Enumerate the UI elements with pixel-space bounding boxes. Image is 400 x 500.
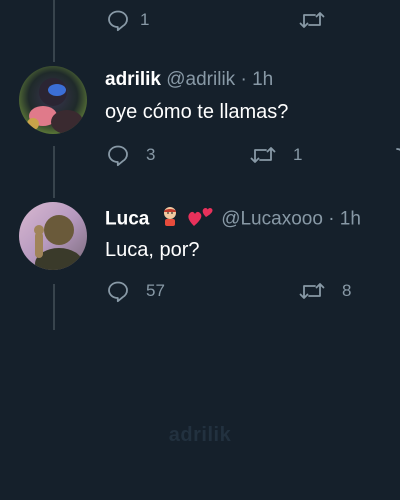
- separator-dot: ·: [240, 69, 247, 90]
- username-handle[interactable]: @Lucaxooo: [221, 209, 323, 230]
- retweet-button[interactable]: 8: [298, 279, 351, 303]
- reply-icon: [106, 279, 130, 303]
- tweet-text: oye cómo te llamas?: [105, 101, 289, 123]
- face-emoji-icon: [159, 205, 181, 234]
- retweet-button[interactable]: [298, 8, 326, 32]
- hearts-emoji-icon: [186, 204, 216, 235]
- tweet-header: Luca @Lucaxooo · 1h: [105, 204, 361, 235]
- retweet-icon: [298, 279, 326, 303]
- thread-line-middle: [53, 146, 55, 198]
- timestamp[interactable]: 1h: [252, 69, 273, 90]
- display-name[interactable]: Luca: [105, 209, 149, 230]
- reply-count: 57: [146, 281, 165, 300]
- reply-count: 3: [146, 145, 156, 164]
- thread-line-top: [53, 0, 55, 62]
- tweet-text: Luca, por?: [105, 239, 200, 261]
- timestamp[interactable]: 1h: [340, 209, 361, 230]
- like-button-partial[interactable]: [392, 143, 400, 167]
- retweet-count: 8: [342, 281, 352, 300]
- reply-button[interactable]: 1: [106, 8, 149, 32]
- retweet-icon: [298, 8, 326, 32]
- avatar[interactable]: [19, 66, 87, 134]
- heart-icon: [392, 143, 400, 167]
- reply-count: 1: [140, 10, 150, 29]
- retweet-count: 1: [293, 145, 303, 164]
- tweet-header: adrilik @adrilik · 1h: [105, 68, 273, 92]
- avatar[interactable]: [19, 202, 87, 270]
- retweet-button[interactable]: 1: [249, 143, 302, 167]
- reply-button[interactable]: 3: [106, 143, 155, 167]
- reply-button[interactable]: 57: [106, 279, 165, 303]
- display-name[interactable]: adrilik: [105, 69, 161, 90]
- reply-icon: [106, 143, 130, 167]
- watermark: adrilik: [168, 424, 232, 446]
- reply-icon: [106, 8, 130, 32]
- separator-dot: ·: [328, 208, 335, 230]
- username-handle[interactable]: @adrilik: [166, 69, 235, 90]
- thread-line-bottom: [53, 284, 55, 330]
- retweet-icon: [249, 143, 277, 167]
